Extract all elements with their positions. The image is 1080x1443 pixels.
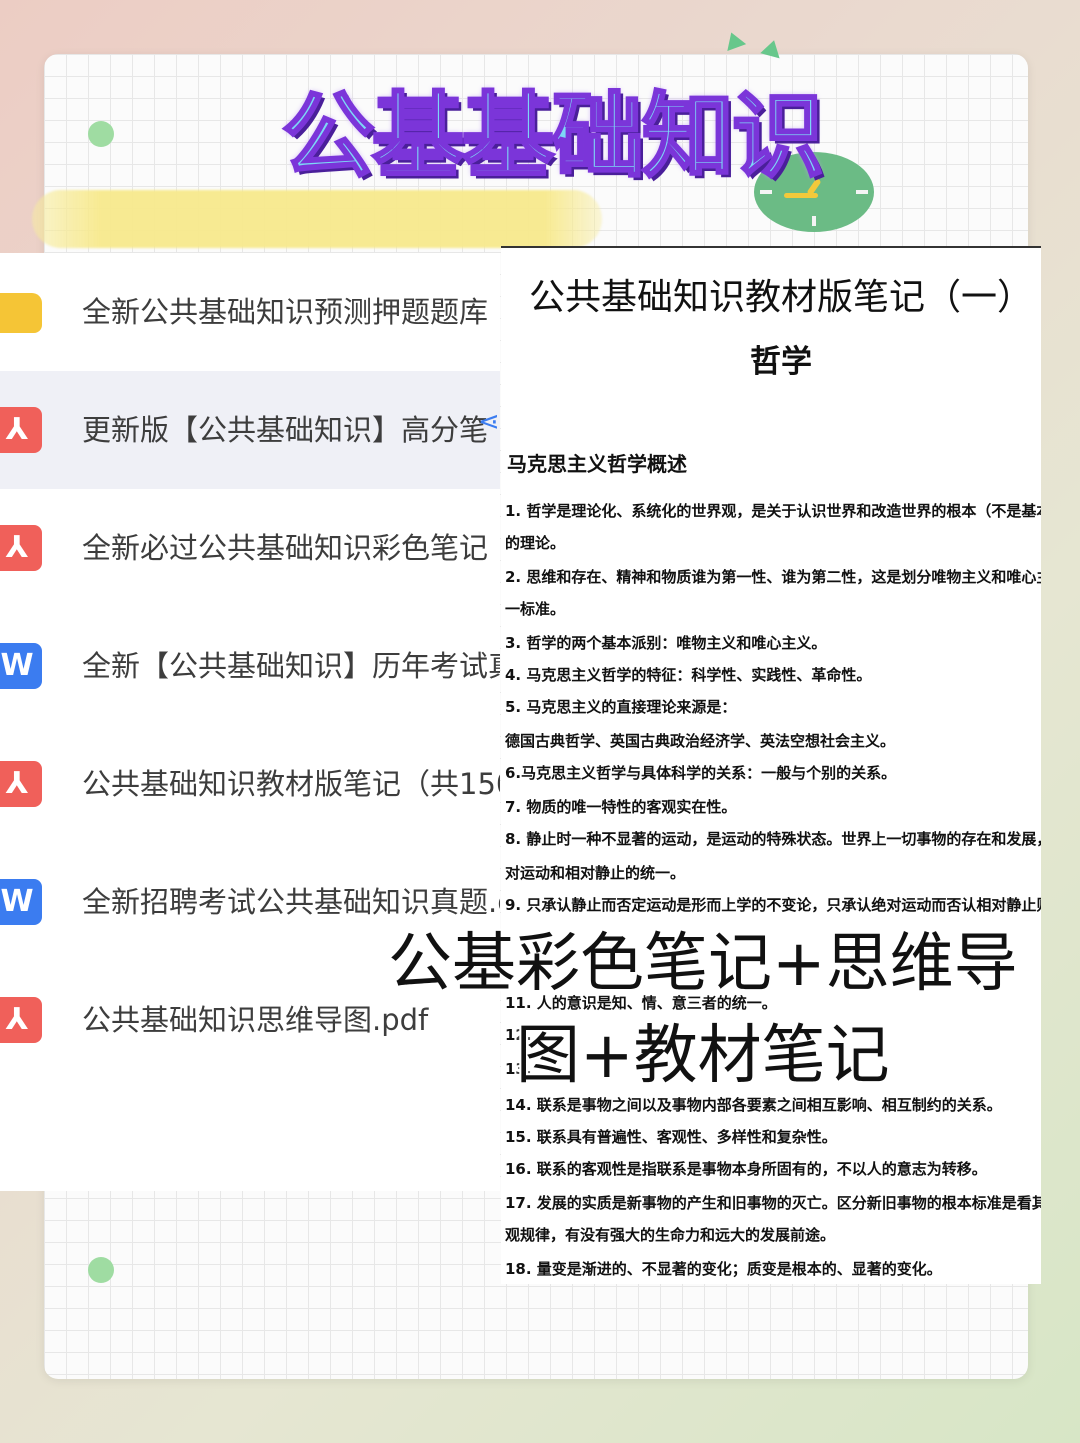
pdf-icon: ⅄ xyxy=(0,525,42,571)
doc-line: 一标准。 xyxy=(505,600,566,618)
file-item-3[interactable]: W 全新【公共基础知识】历年考试真 xyxy=(0,607,500,725)
file-name: 更新版【公共基础知识】高分笔 xyxy=(82,413,489,447)
pdf-icon: ⅄ xyxy=(0,997,42,1043)
word-icon: W xyxy=(0,643,42,689)
doc-line: 1. 哲学是理论化、系统化的世界观，是关于认识世界和改造世界的根本（不是基本）方 xyxy=(505,502,1041,520)
doc-line: 观规律，有没有强大的生命力和远大的发展前途。 xyxy=(505,1226,836,1244)
page-title: 公基基础知识 xyxy=(280,82,825,192)
doc-line: 9. 只承认静止而否定运动是形而上学的不变论，只承认绝对运动而否认相对静止则导致… xyxy=(505,896,1041,914)
file-name: 公共基础知识教材版笔记（共150 xyxy=(82,767,500,801)
doc-line: 德国古典哲学、英国古典政治经济学、英法空想社会主义。 xyxy=(505,732,896,750)
overlay-line-1: 公基彩色笔记+思维导 xyxy=(388,927,1018,1001)
decor-dot-top xyxy=(88,121,114,147)
share-icon[interactable]: ⋖ xyxy=(478,407,500,437)
pdf-icon: ⅄ xyxy=(0,407,42,453)
file-item-4[interactable]: ⅄ 公共基础知识教材版笔记（共150 xyxy=(0,725,500,843)
file-item-1[interactable]: ⅄ 更新版【公共基础知识】高分笔 ⋖ xyxy=(0,371,500,489)
doc-line: 的理论。 xyxy=(505,534,566,552)
doc-section-heading: 马克思主义哲学概述 xyxy=(507,452,687,476)
folder-icon xyxy=(0,293,42,333)
file-name: 全新公共基础知识预测押题题库 xyxy=(82,295,489,329)
doc-subtitle: 哲学 xyxy=(750,344,812,380)
file-name: 全新招聘考试公共基础知识真题.d xyxy=(82,885,500,919)
word-icon: W xyxy=(0,879,42,925)
doc-line: 3. 哲学的两个基本派别：唯物主义和唯心主义。 xyxy=(505,634,827,652)
notes-document: 公共基础知识教材版笔记（一） 哲学 马克思主义哲学概述 1. 哲学是理论化、系统… xyxy=(501,246,1041,1284)
doc-line: 2. 思维和存在、精神和物质谁为第一性、谁为第二性，这是划分唯物主义和唯心主义的… xyxy=(505,568,1041,586)
pdf-icon: ⅄ xyxy=(0,761,42,807)
doc-line: 对运动和相对静止的统一。 xyxy=(505,864,686,882)
decor-triangle-1 xyxy=(721,29,747,51)
overlay-line-2: 图+教材笔记 xyxy=(516,1019,890,1093)
doc-line: 5. 马克思主义的直接理论来源是： xyxy=(505,698,737,716)
file-name: 公共基础知识思维导图.pdf xyxy=(82,1003,429,1037)
highlight-stroke xyxy=(32,190,602,248)
decor-dot-bottom xyxy=(88,1257,114,1283)
doc-line: 16. 联系的客观性是指联系是事物本身所固有的，不以人的意志为转移。 xyxy=(505,1160,987,1178)
doc-line: 8. 静止时一种不显著的运动，是运动的特殊状态。世界上一切事物的存在和发展，都是… xyxy=(505,830,1041,848)
file-name: 全新【公共基础知识】历年考试真 xyxy=(82,649,500,683)
doc-line: 6.马克思主义哲学与具体科学的关系：一般与个别的关系。 xyxy=(505,764,897,782)
doc-title: 公共基础知识教材版笔记（一） xyxy=(528,277,1033,318)
file-item-0[interactable]: 全新公共基础知识预测押题题库 xyxy=(0,253,500,371)
doc-line: 4. 马克思主义哲学的特征：科学性、实践性、革命性。 xyxy=(505,666,872,684)
doc-line: 15. 联系具有普遍性、客观性、多样性和复杂性。 xyxy=(505,1128,837,1146)
file-name: 全新必过公共基础知识彩色笔记（ xyxy=(82,531,500,565)
file-item-2[interactable]: ⅄ 全新必过公共基础知识彩色笔记（ xyxy=(0,489,500,607)
doc-line: 17. 发展的实质是新事物的产生和旧事物的灭亡。区分新旧事物的根本标准是看其是否… xyxy=(505,1194,1041,1212)
doc-line: 7. 物质的唯一特性的客观实在性。 xyxy=(505,798,737,816)
doc-line: 18. 量变是渐进的、不显著的变化；质变是根本的、显著的变化。 xyxy=(505,1260,942,1278)
overlay-caption: 公基彩色笔记+思维导 图+教材笔记 xyxy=(388,918,1028,1102)
